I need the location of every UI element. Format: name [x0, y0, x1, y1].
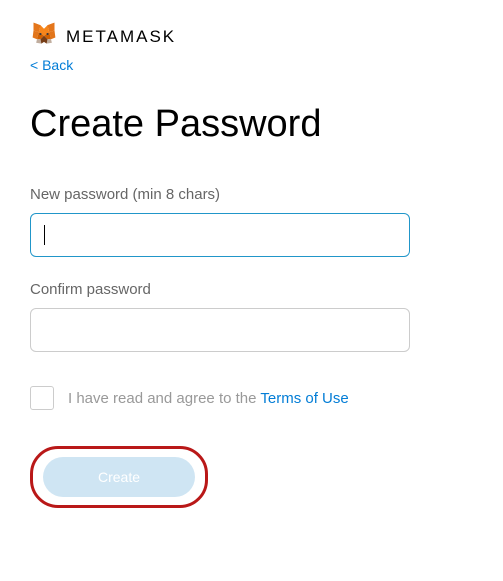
confirm-password-label: Confirm password	[30, 281, 473, 298]
brand-name: METAMASK	[66, 27, 176, 47]
create-button-highlight: Create	[30, 446, 208, 508]
terms-of-use-link[interactable]: Terms of Use	[260, 390, 348, 407]
confirm-password-input[interactable]	[30, 308, 410, 352]
page-title: Create Password	[30, 103, 473, 146]
text-cursor-icon	[44, 225, 45, 245]
new-password-label: New password (min 8 chars)	[30, 186, 473, 203]
app-header: METAMASK	[30, 20, 473, 53]
confirm-password-group: Confirm password	[30, 281, 473, 352]
new-password-group: New password (min 8 chars)	[30, 186, 473, 257]
terms-row: I have read and agree to the Terms of Us…	[30, 386, 473, 410]
terms-text: I have read and agree to the Terms of Us…	[68, 390, 349, 407]
terms-checkbox[interactable]	[30, 386, 54, 410]
create-button[interactable]: Create	[43, 457, 195, 497]
back-link[interactable]: < Back	[30, 57, 73, 73]
new-password-input[interactable]	[30, 213, 410, 257]
terms-prefix: I have read and agree to the	[68, 390, 260, 407]
fox-icon	[30, 20, 58, 53]
